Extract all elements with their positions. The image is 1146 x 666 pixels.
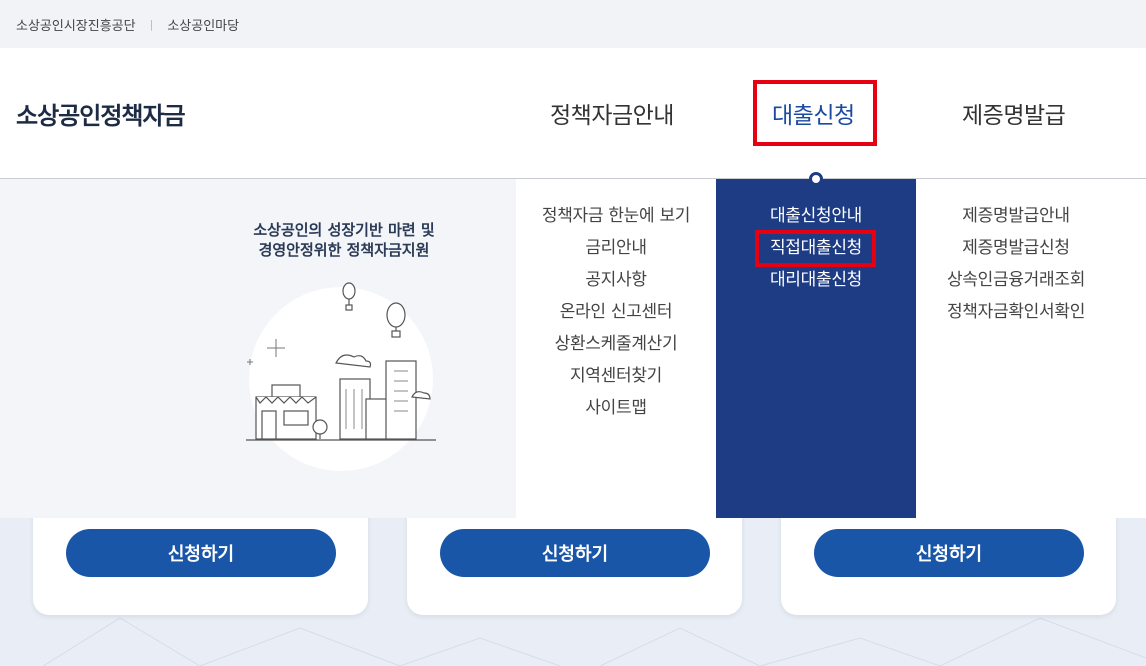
promo-title: 소상공인의 성장기반 마련 및 경영안정위한 정책자금지원	[230, 220, 458, 260]
apply-button-3[interactable]: 신청하기	[814, 529, 1084, 577]
menu-item-fund-confirmation-check[interactable]: 정책자금확인서확인	[916, 302, 1116, 322]
mega-dropdown-menu: 소상공인의 성장기반 마련 및 경영안정위한 정책자금지원 정책자금 한눈에 보…	[0, 179, 1146, 518]
menu-item-notice[interactable]: 공지사항	[516, 270, 716, 290]
menu-item-certificate-guide[interactable]: 제증명발급안내	[916, 206, 1116, 226]
highlight-box-loan-application	[753, 80, 877, 146]
menu-item-agency-loan-application[interactable]: 대리대출신청	[716, 270, 916, 290]
menu-item-certificate-request[interactable]: 제증명발급신청	[916, 238, 1116, 258]
gnb-policy-fund-info[interactable]: 정책자금안내	[550, 96, 674, 130]
promo-title-line1: 소상공인의 성장기반 마련 및	[253, 221, 435, 239]
apply-button-1[interactable]: 신청하기	[66, 529, 336, 577]
menu-column-policy-fund: 정책자금 한눈에 보기 금리안내 공지사항 온라인 신고센터 상환스케줄계산기 …	[516, 179, 716, 518]
topbar-separator: |	[149, 17, 154, 31]
topbar-link-madang[interactable]: 소상공인마당	[167, 15, 239, 34]
apply-button-2[interactable]: 신청하기	[440, 529, 710, 577]
menu-item-sitemap[interactable]: 사이트맵	[516, 398, 716, 418]
city-illustration	[246, 282, 436, 471]
menu-item-find-regional-center[interactable]: 지역센터찾기	[516, 366, 716, 386]
site-logo[interactable]: 소상공인정책자금	[16, 96, 186, 131]
menu-item-heir-financial-inquiry[interactable]: 상속인금융거래조회	[916, 270, 1116, 290]
highlight-box-direct-loan	[755, 230, 876, 267]
topbar-link-semas[interactable]: 소상공인시장진흥공단	[16, 15, 136, 34]
menu-item-fund-overview[interactable]: 정책자금 한눈에 보기	[516, 206, 716, 226]
promo-panel: 소상공인의 성장기반 마련 및 경영안정위한 정책자금지원	[0, 179, 516, 518]
menu-column-certificate: 제증명발급안내 제증명발급신청 상속인금융거래조회 정책자금확인서확인	[916, 179, 1146, 518]
menu-item-online-report-center[interactable]: 온라인 신고센터	[516, 302, 716, 322]
active-menu-indicator	[809, 172, 823, 186]
top-utility-bar: 소상공인시장진흥공단 | 소상공인마당	[0, 0, 1146, 48]
menu-item-loan-application-guide[interactable]: 대출신청안내	[716, 206, 916, 226]
menu-item-interest-rate[interactable]: 금리안내	[516, 238, 716, 258]
menu-item-repayment-calculator[interactable]: 상환스케줄계산기	[516, 334, 716, 354]
site-header: 소상공인정책자금 정책자금안내 대출신청 제증명발급	[0, 48, 1146, 186]
menu-column-loan-application: 대출신청안내 직접대출신청 대리대출신청	[716, 179, 916, 518]
promo-title-line2: 경영안정위한 정책자금지원	[258, 241, 430, 259]
gnb-certificate-issuance[interactable]: 제증명발급	[962, 96, 1066, 130]
